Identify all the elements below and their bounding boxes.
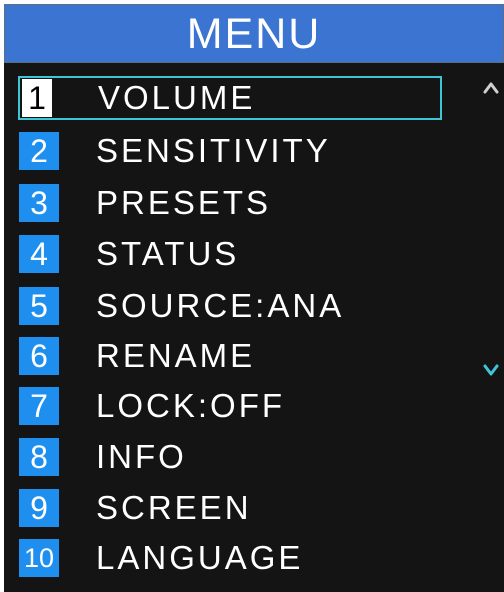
item-label: LOCK:OFF bbox=[96, 387, 286, 424]
item-label: RENAME bbox=[96, 337, 256, 374]
item-number: 9 bbox=[19, 489, 59, 527]
menu-item-source[interactable]: 5 SOURCE:ANA bbox=[16, 285, 440, 325]
item-label: VOLUME bbox=[98, 79, 256, 116]
item-number: 4 bbox=[19, 235, 59, 273]
menu-title: MENU bbox=[4, 4, 504, 63]
item-label: LANGUAGE bbox=[96, 539, 304, 576]
item-number: 6 bbox=[19, 337, 59, 375]
item-label: STATUS bbox=[96, 235, 240, 272]
menu-item-presets[interactable]: 3 PRESETS bbox=[16, 182, 440, 222]
item-number: 10 bbox=[19, 539, 59, 577]
item-label: SOURCE:ANA bbox=[96, 287, 345, 324]
item-label: INFO bbox=[96, 438, 187, 475]
item-label: SENSITIVITY bbox=[96, 132, 331, 169]
menu-item-info[interactable]: 8 INFO bbox=[16, 436, 440, 476]
item-number: 5 bbox=[19, 287, 59, 325]
item-number: 8 bbox=[19, 438, 59, 476]
item-number: 1 bbox=[22, 79, 52, 117]
chevron-up-icon[interactable] bbox=[482, 80, 500, 94]
item-number: 7 bbox=[19, 387, 59, 425]
menu-item-screen[interactable]: 9 SCREEN bbox=[16, 487, 440, 527]
chevron-down-icon[interactable] bbox=[482, 362, 500, 378]
item-label: SCREEN bbox=[96, 489, 252, 526]
menu-item-rename[interactable]: 6 RENAME bbox=[16, 335, 440, 375]
menu-item-language[interactable]: 10 LANGUAGE bbox=[16, 537, 440, 577]
item-number: 2 bbox=[19, 132, 59, 170]
menu-screen: MENU 1 VOLUME 2 SENSITIVITY 3 PRESETS 4 … bbox=[4, 4, 504, 592]
item-number: 3 bbox=[19, 184, 59, 222]
menu-item-volume[interactable]: 1 VOLUME bbox=[18, 76, 442, 120]
menu-item-sensitivity[interactable]: 2 SENSITIVITY bbox=[16, 130, 440, 170]
menu-item-lock[interactable]: 7 LOCK:OFF bbox=[16, 385, 440, 425]
item-label: PRESETS bbox=[96, 184, 272, 221]
menu-item-status[interactable]: 4 STATUS bbox=[16, 233, 440, 273]
